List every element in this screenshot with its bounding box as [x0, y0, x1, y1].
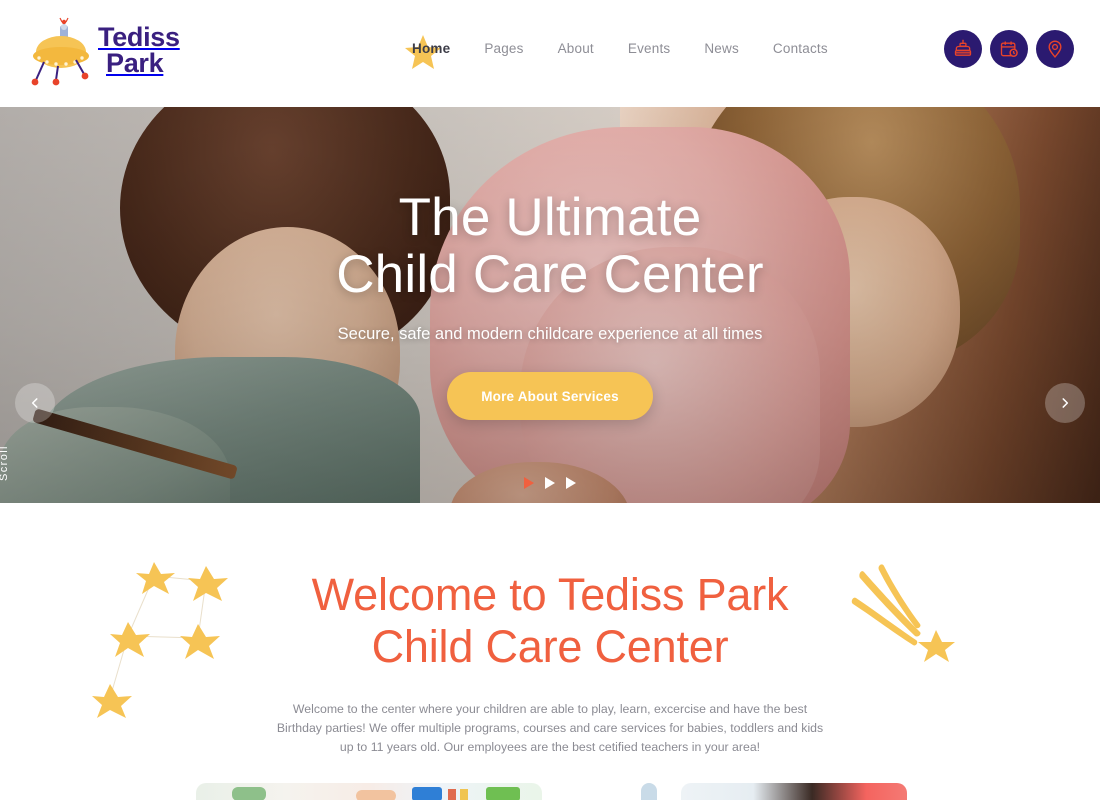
main-navigation: Home Pages About Events News Contacts: [395, 35, 845, 69]
nav-item-about[interactable]: About: [541, 38, 611, 59]
hero-subtitle: Secure, safe and modern childcare experi…: [337, 325, 763, 344]
program-card-right[interactable]: [681, 783, 907, 800]
nav-item-contacts[interactable]: Contacts: [756, 38, 845, 59]
nav-label-pages: Pages: [484, 41, 524, 56]
chevron-left-icon: [31, 398, 38, 408]
site-logo[interactable]: Tediss Park: [30, 14, 180, 86]
scroll-indicator: Scroll: [0, 445, 10, 481]
program-card-left[interactable]: [196, 783, 542, 800]
birthday-button[interactable]: [944, 30, 982, 68]
calendar-clock-icon: [1000, 41, 1018, 57]
schedule-button[interactable]: [990, 30, 1028, 68]
nav-label-news: News: [704, 41, 739, 56]
nav-label-about: About: [557, 41, 594, 56]
header-action-buttons: [944, 30, 1074, 68]
nav-item-events[interactable]: Events: [611, 38, 687, 59]
hero-slider: The Ultimate Child Care Center Secure, s…: [0, 107, 1100, 503]
slider-dot-2[interactable]: [545, 477, 555, 489]
chevron-right-icon: [1062, 398, 1069, 408]
welcome-paragraph: Welcome to the center where your childre…: [276, 702, 824, 755]
logo-wordmark: Tediss Park: [98, 23, 180, 78]
birthday-cake-icon: [954, 39, 972, 56]
page-root: Tediss Park Home Pages About Events News…: [0, 0, 1100, 800]
program-cards-row: [0, 783, 1100, 800]
location-pin-icon: [1048, 40, 1062, 58]
slider-next-button[interactable]: [1045, 383, 1085, 423]
program-card-divider: [641, 783, 657, 800]
slider-dot-3[interactable]: [566, 477, 576, 489]
nav-label-contacts: Contacts: [772, 41, 828, 56]
location-button[interactable]: [1036, 30, 1074, 68]
hero-title-line-2: Child Care Center: [336, 245, 764, 305]
hero-content: The Ultimate Child Care Center Secure, s…: [0, 107, 1100, 503]
nav-item-pages[interactable]: Pages: [467, 38, 540, 59]
nav-item-home[interactable]: Home: [395, 35, 467, 69]
slider-dot-1[interactable]: [524, 477, 534, 489]
site-header: Tediss Park Home Pages About Events News…: [0, 0, 1100, 107]
hero-title-line-1: The Ultimate: [398, 188, 702, 247]
slider-pagination: [0, 477, 1100, 489]
star-constellation-icon: [92, 562, 228, 718]
welcome-title-line-2: Child Care Center: [371, 621, 729, 673]
nav-label-home: Home: [412, 41, 451, 56]
shooting-star-icon: [851, 564, 955, 662]
nav-label-events: Events: [627, 41, 671, 56]
welcome-title-line-1: Welcome to Tediss Park: [311, 569, 789, 620]
logo-line-2: Park: [106, 48, 164, 78]
hero-cta-button[interactable]: More About Services: [447, 372, 653, 421]
ufo-icon: [31, 17, 89, 86]
slider-prev-button[interactable]: [15, 383, 55, 423]
nav-item-news[interactable]: News: [687, 38, 756, 59]
hero-title: The Ultimate Child Care Center: [336, 189, 764, 303]
